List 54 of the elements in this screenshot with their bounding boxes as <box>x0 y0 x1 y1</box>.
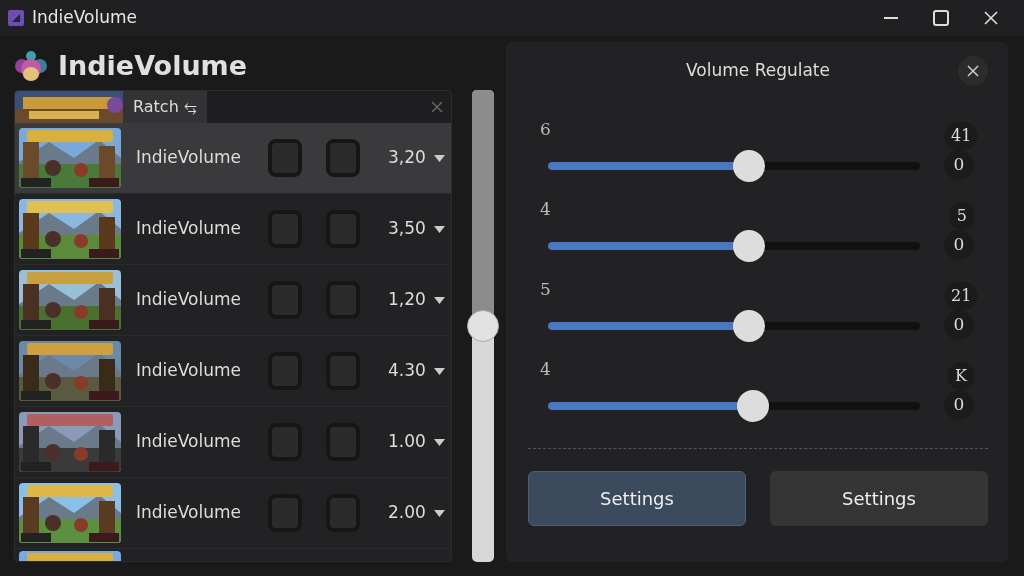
row-name: IndieVolume <box>136 430 242 454</box>
app-icon <box>8 10 24 26</box>
row-name: IndieVolume <box>136 359 242 383</box>
close-icon <box>984 11 998 25</box>
list-row[interactable]: IndieVolume 3,20 <box>15 123 451 194</box>
value-badge: 41 <box>944 122 979 150</box>
slider-label: 5 <box>540 277 552 301</box>
panel-title: Volume Regulate <box>686 60 830 81</box>
close-icon[interactable] <box>431 101 443 113</box>
list-row[interactable]: IndieVolume 4.30 <box>15 336 451 407</box>
slider-label: 4 <box>540 357 552 381</box>
value-badge: 21 <box>944 282 979 310</box>
reading-badge: 0 <box>944 150 974 180</box>
value-badge: 5 <box>949 202 974 230</box>
value-dropdown[interactable]: 4.30 <box>388 358 445 384</box>
value-dropdown[interactable]: 2.00 <box>388 500 445 526</box>
minimize-icon <box>884 17 898 19</box>
window-title: IndieVolume <box>32 6 137 30</box>
volume-slider[interactable] <box>467 90 499 562</box>
mascot-icon <box>14 49 48 83</box>
list-row[interactable]: IndieVolume 1,20 <box>15 265 451 336</box>
toggle-button[interactable] <box>268 139 302 177</box>
value-dropdown[interactable]: 1,20 <box>388 287 445 313</box>
caret-icon <box>433 296 445 304</box>
reading-badge: 0 <box>944 390 974 420</box>
value-badge: K <box>948 362 974 390</box>
caret-icon <box>433 509 445 517</box>
settings-button[interactable]: Settings <box>528 471 746 526</box>
list-tab[interactable]: Ratch ⥃ <box>123 91 207 123</box>
app-title: IndieVolume <box>58 48 248 83</box>
list-row[interactable]: IndieVolume 2.00 <box>15 478 451 549</box>
reading-badge: 0 <box>944 230 974 260</box>
row-name: IndieVolume <box>136 501 242 525</box>
value-dropdown[interactable]: 1.00 <box>388 429 445 455</box>
value-dropdown[interactable]: 3,50 <box>388 216 445 242</box>
list-row[interactable]: IndieVolume 1.00 <box>15 407 451 478</box>
caret-icon <box>433 367 445 375</box>
row-name: IndieVolume <box>136 146 242 170</box>
reading-badge: 0 <box>944 310 974 340</box>
list-row[interactable]: IndieVolume 3,50 <box>15 194 451 265</box>
row-name: IndieVolume <box>136 217 242 241</box>
slider-label: 6 <box>540 117 552 141</box>
maximize-icon <box>933 10 949 26</box>
caret-icon <box>433 438 445 446</box>
close-icon <box>967 65 979 77</box>
row-name: IndieVolume <box>136 288 242 312</box>
settings-button[interactable]: Settings <box>770 471 988 526</box>
slider-thumb[interactable] <box>467 310 499 342</box>
caret-icon <box>433 225 445 233</box>
caret-icon <box>433 154 445 162</box>
value-dropdown[interactable]: 3,20 <box>388 145 445 171</box>
close-button[interactable] <box>958 56 988 86</box>
toggle-button[interactable] <box>326 139 360 177</box>
slider-label: 4 <box>540 197 552 221</box>
